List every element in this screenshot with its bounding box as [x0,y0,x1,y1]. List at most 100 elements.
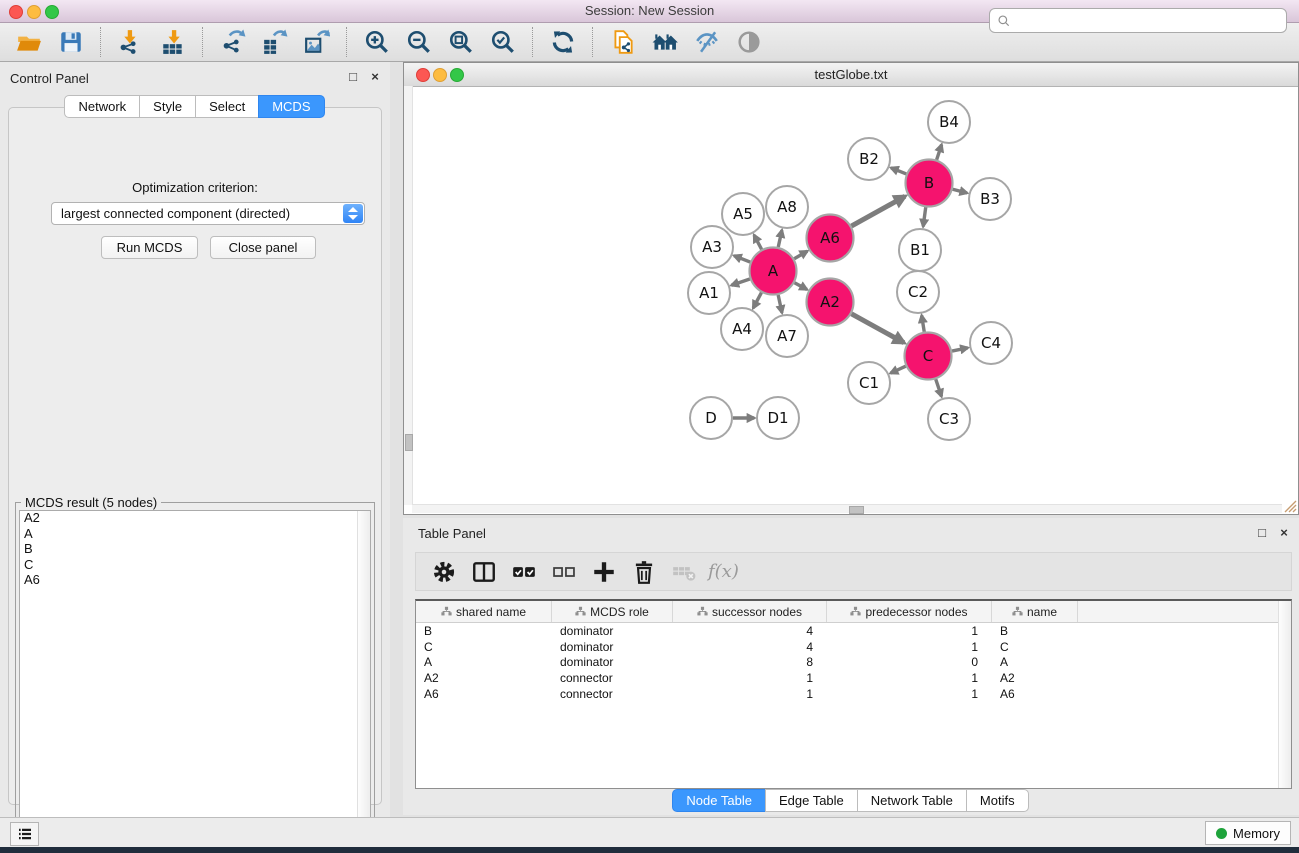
import-table-icon[interactable] [156,27,190,57]
network-horizontal-scrollbar[interactable] [412,504,1282,513]
settings-gear-icon[interactable] [427,557,461,587]
duplicate-network-icon[interactable] [606,27,640,57]
mcds-result-list[interactable]: A2ABCA6 [19,510,371,836]
graph-edge-A-A6[interactable] [794,251,807,259]
table-cell[interactable]: connector [552,671,673,685]
delete-column-icon[interactable] [627,557,661,587]
import-network-icon[interactable] [114,27,148,57]
add-column-icon[interactable] [587,557,621,587]
tab-edge-table[interactable]: Edge Table [765,789,858,812]
horizontal-scroll-thumb[interactable] [849,506,864,514]
mcds-result-item[interactable]: C [20,558,370,574]
search-box[interactable] [989,8,1287,33]
table-cell[interactable]: 0 [827,655,992,669]
table-cell[interactable]: 8 [673,655,827,669]
table-cell[interactable]: 1 [673,687,827,701]
zoom-fit-icon[interactable] [444,27,478,57]
run-mcds-button[interactable]: Run MCDS [101,236,198,259]
save-session-icon[interactable] [54,27,88,57]
table-cell[interactable]: A [992,655,1078,669]
graph-edge-C-C1[interactable] [891,366,906,373]
table-row[interactable]: A2connector11A2 [416,670,1291,686]
table-cell[interactable]: dominator [552,624,673,638]
tab-network[interactable]: Network [64,95,140,118]
table-row[interactable]: A6connector11A6 [416,686,1291,702]
graph-edge-A-A8[interactable] [778,230,782,247]
close-table-panel-icon[interactable]: × [1277,525,1291,540]
tab-motifs[interactable]: Motifs [966,789,1029,812]
home-icon[interactable] [648,27,682,57]
search-input[interactable] [1015,11,1286,31]
table-cell[interactable]: A2 [992,671,1078,685]
mcds-result-item[interactable]: A6 [20,573,370,589]
network-graph-canvas[interactable]: B4B2BB3A5A8A6B1A3AC2A1A2A4A7C4CC1C3DD1 [405,86,1299,514]
tab-mcds[interactable]: MCDS [258,95,324,118]
vertical-scroll-thumb[interactable] [405,434,413,451]
select-all-icon[interactable] [507,557,541,587]
resize-grip-icon[interactable] [1282,498,1297,513]
zoom-out-icon[interactable] [402,27,436,57]
export-network-icon[interactable] [216,27,250,57]
table-cell[interactable]: 1 [827,640,992,654]
contrast-eye-icon[interactable] [732,27,766,57]
network-vertical-scrollbar[interactable] [404,86,413,505]
table-cell[interactable]: B [992,624,1078,638]
close-panel-button[interactable]: Close panel [210,236,316,259]
export-table-icon[interactable] [258,27,292,57]
table-cell[interactable]: 1 [827,624,992,638]
table-cell[interactable]: A [416,655,552,669]
graph-edge-A6-B[interactable] [851,196,905,226]
table-cell[interactable]: C [416,640,552,654]
tab-style[interactable]: Style [139,95,196,118]
table-row[interactable]: Bdominator41B [416,623,1291,639]
zoom-in-icon[interactable] [360,27,394,57]
table-cell[interactable]: A6 [992,687,1078,701]
graph-edge-A-A3[interactable] [734,256,750,262]
graph-edge-B-B2[interactable] [891,168,906,174]
table-cell[interactable]: B [416,624,552,638]
table-cell[interactable]: C [992,640,1078,654]
mcds-list-scrollbar[interactable] [357,511,370,835]
column-header-name[interactable]: name [992,601,1078,622]
table-cell[interactable]: A6 [416,687,552,701]
column-header-predecessor-nodes[interactable]: predecessor nodes [827,601,992,622]
zoom-selected-icon[interactable] [486,27,520,57]
table-row[interactable]: Cdominator41C [416,639,1291,655]
table-scrollbar[interactable] [1278,601,1291,788]
graph-edge-A2-C[interactable] [851,314,903,343]
open-session-icon[interactable] [12,27,46,57]
graph-edge-B-B1[interactable] [923,207,926,226]
table-cell[interactable]: 1 [827,671,992,685]
float-table-panel-icon[interactable]: □ [1255,525,1269,540]
tab-select[interactable]: Select [195,95,259,118]
table-cell[interactable]: A2 [416,671,552,685]
panel-list-button[interactable] [10,822,39,846]
table-cell[interactable]: 4 [673,640,827,654]
mcds-result-item[interactable]: B [20,542,370,558]
table-cell[interactable]: dominator [552,640,673,654]
graph-edge-A-A4[interactable] [753,293,761,308]
mcds-result-item[interactable]: A [20,527,370,543]
graph-edge-C-C2[interactable] [922,315,925,331]
table-cell[interactable]: 1 [827,687,992,701]
graph-edge-A-A5[interactable] [754,235,762,249]
export-image-icon[interactable] [300,27,334,57]
graph-edge-B-B3[interactable] [953,189,967,193]
graph-edge-C-C4[interactable] [952,348,968,351]
graph-edge-A-A7[interactable] [778,295,782,313]
table-cell[interactable]: dominator [552,655,673,669]
memory-button[interactable]: Memory [1205,821,1291,845]
mcds-result-item[interactable]: A2 [20,511,370,527]
graph-edge-C-C3[interactable] [936,379,942,396]
hide-panels-icon[interactable] [690,27,724,57]
graph-edge-A-A2[interactable] [795,283,807,290]
tab-network-table[interactable]: Network Table [857,789,967,812]
table-cell[interactable]: 1 [673,671,827,685]
graph-edge-A-A1[interactable] [731,279,749,285]
refresh-icon[interactable] [546,27,580,57]
split-columns-icon[interactable] [467,557,501,587]
column-header-successor-nodes[interactable]: successor nodes [673,601,827,622]
optimization-criterion-select[interactable]: largest connected component (directed) [51,202,365,225]
float-panel-icon[interactable]: □ [346,69,360,84]
column-header-MCDS-role[interactable]: MCDS role [552,601,673,622]
